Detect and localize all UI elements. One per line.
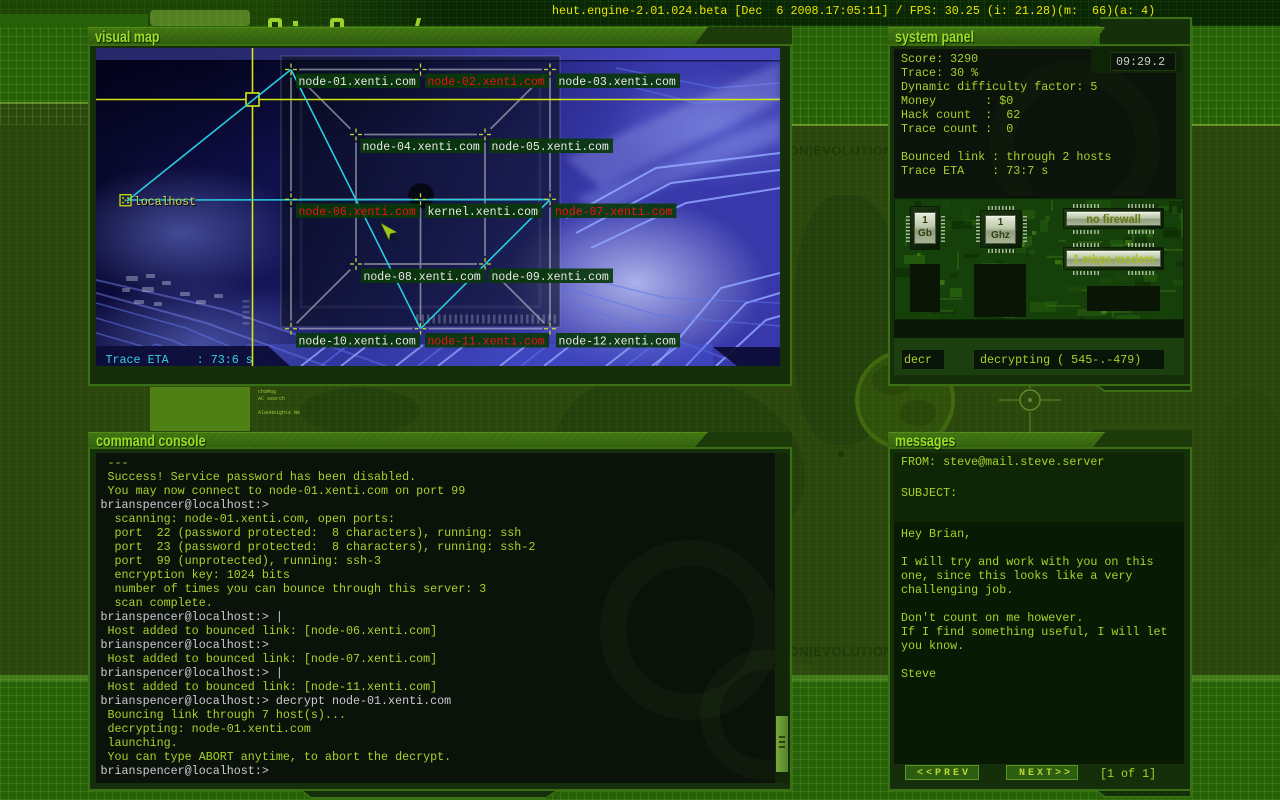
svg-text:node-01.xenti.com: node-01.xenti.com [299, 76, 416, 89]
svg-text:Trace ETA : 73:6 s: Trace ETA : 73:6 s [106, 353, 253, 366]
svg-text:kernel.xenti.com: kernel.xenti.com [428, 206, 539, 219]
svg-text:node-02.xenti.com: node-02.xenti.com [428, 76, 545, 89]
svg-text:node-03.xenti.com: node-03.xenti.com [559, 76, 676, 89]
svg-text:node-04.xenti.com: node-04.xenti.com [363, 141, 480, 154]
svg-text:node-09.xenti.com: node-09.xenti.com [492, 271, 609, 284]
svg-text:node-08.xenti.com: node-08.xenti.com [364, 271, 481, 284]
svg-text:node-10.xenti.com: node-10.xenti.com [299, 336, 416, 349]
svg-text:node-12.xenti.com: node-12.xenti.com [559, 336, 676, 349]
svg-text:node-11.xenti.com: node-11.xenti.com [428, 336, 545, 349]
svg-text:node-05.xenti.com: node-05.xenti.com [492, 141, 609, 154]
svg-text:node-07.xenti.com: node-07.xenti.com [555, 206, 672, 219]
svg-text:localhost: localhost [134, 196, 196, 209]
svg-text:node-06.xenti.com: node-06.xenti.com [299, 206, 416, 219]
